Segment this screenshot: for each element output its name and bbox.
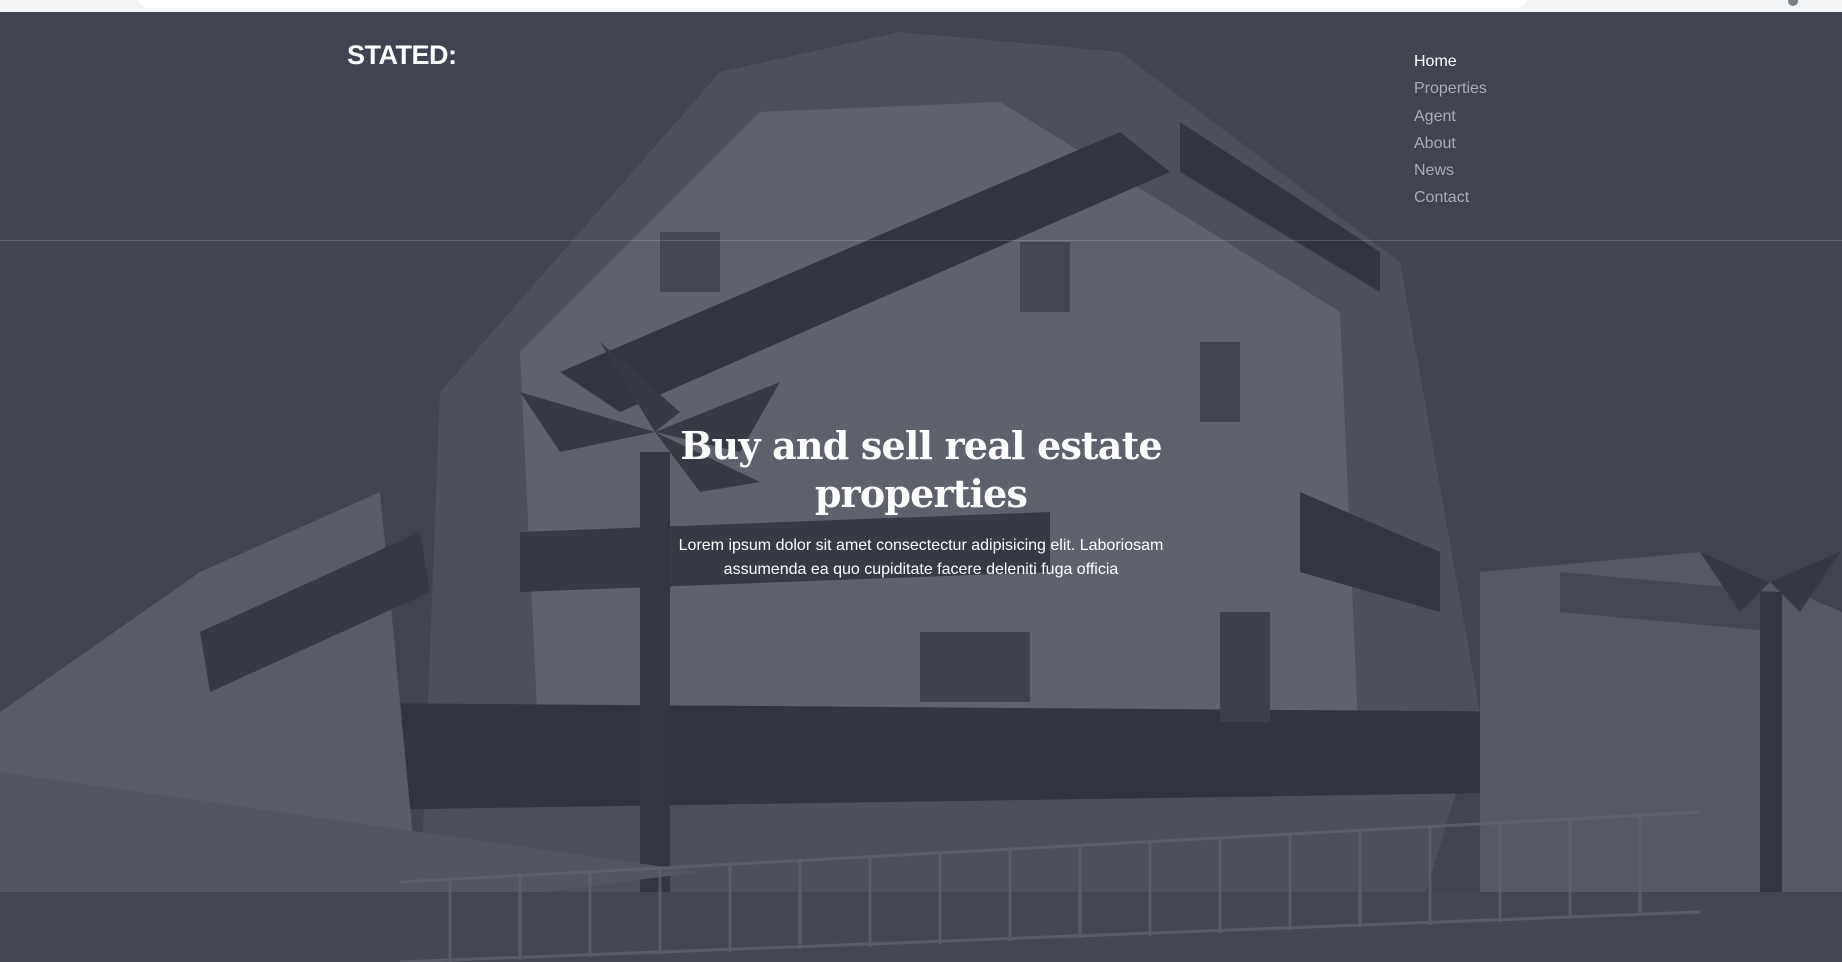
profile-avatar-icon[interactable] [1788, 0, 1798, 6]
nav-item-contact[interactable]: Contact [1414, 184, 1487, 211]
nav-item-properties[interactable]: Properties [1414, 75, 1487, 102]
hero-headline: Buy and sell real estate properties [680, 423, 1162, 516]
nav-item-about[interactable]: About [1414, 130, 1487, 157]
site-logo[interactable]: STATED: [347, 40, 457, 71]
address-bar[interactable] [138, 0, 1528, 8]
hero-subtext: Lorem ipsum dolor sit amet consectectur … [678, 537, 1164, 578]
header-divider [0, 240, 1842, 241]
main-nav: Home Properties Agent About News Contact [1414, 48, 1487, 212]
nav-item-agent[interactable]: Agent [1414, 103, 1487, 130]
nav-item-news[interactable]: News [1414, 157, 1487, 184]
hero-section: STATED: Home Properties Agent About News… [0, 12, 1842, 962]
nav-item-home[interactable]: Home [1414, 48, 1487, 75]
